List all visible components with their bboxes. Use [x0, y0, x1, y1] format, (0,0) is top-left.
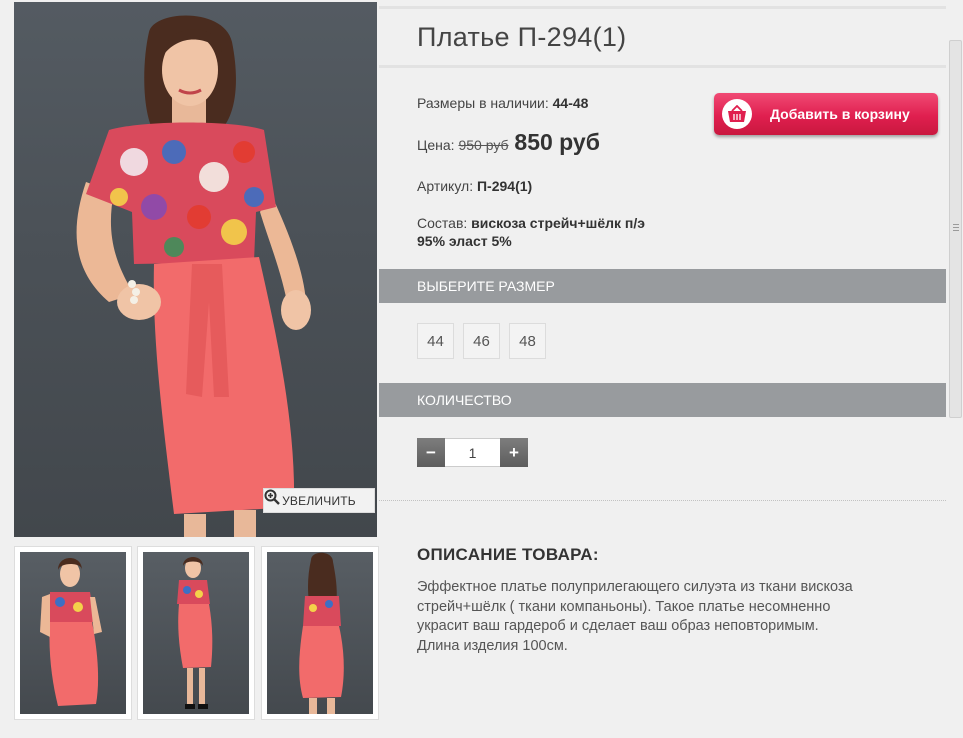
composition-label: Состав:	[417, 215, 468, 231]
available-sizes-label: Размеры в наличии:	[417, 95, 549, 111]
thumbnail-3-image	[299, 552, 344, 714]
composition-row: Состав: вискоза стрейч+шёлк п/э 95% элас…	[417, 214, 645, 250]
scrollbar-grip-icon	[953, 224, 959, 233]
available-sizes: Размеры в наличии: 44-48	[417, 95, 588, 111]
new-price: 850 руб	[514, 129, 600, 155]
description-line-2: стрейч+шёлк ( ткани компаньоны). Такое п…	[417, 598, 831, 615]
title-box: Платье П-294(1)	[379, 6, 946, 68]
old-price: 950 руб	[458, 137, 509, 153]
price-label: Цена:	[417, 137, 455, 153]
description-title: ОПИСАНИЕ ТОВАРА:	[417, 545, 599, 564]
description-line-1: Эффектное платье полуприлегающего силуэт…	[417, 579, 853, 595]
divider	[379, 500, 946, 501]
zoom-label: УВЕЛИЧИТЬ	[282, 493, 356, 508]
thumbnail-3[interactable]	[261, 546, 379, 720]
size-section-header: ВЫБЕРИТЕ РАЗМЕР	[379, 269, 946, 303]
model-photo-illustration	[76, 15, 311, 537]
scrollbar-thumb[interactable]	[949, 40, 962, 418]
available-sizes-value: 44-48	[552, 95, 589, 111]
composition-value-line1: вискоза стрейч+шёлк п/э	[471, 215, 646, 231]
composition-value-line2: 95% эласт 5%	[417, 233, 512, 249]
thumbnail-1[interactable]	[14, 546, 132, 720]
quantity-section-header: КОЛИЧЕСТВО	[379, 383, 946, 417]
add-to-cart-button[interactable]: Добавить в корзину	[714, 93, 938, 135]
size-option-48[interactable]: 48	[509, 323, 546, 359]
sku-row: Артикул: П-294(1)	[417, 178, 532, 194]
basket-icon-circle	[722, 99, 752, 129]
product-details: Платье П-294(1) Размеры в наличии: 44-48…	[379, 0, 946, 738]
magnifier-plus-icon	[264, 489, 280, 505]
add-to-cart-label: Добавить в корзину	[770, 106, 910, 122]
quantity-increase-button[interactable]: +	[500, 438, 528, 467]
description-text: Эффектное платье полуприлегающего силуэт…	[417, 578, 927, 656]
basket-icon	[728, 105, 746, 122]
description-line-3: украсит ваш гардероб и сделает ваш образ…	[417, 618, 819, 634]
description-line-4: Длина изделия 100см.	[417, 637, 568, 654]
sku-label: Артикул:	[417, 178, 474, 194]
size-option-46[interactable]: 46	[463, 323, 500, 359]
thumbnail-strip	[14, 546, 379, 720]
quantity-stepper: − +	[417, 438, 528, 467]
sku-value: П-294(1)	[476, 178, 533, 194]
quantity-decrease-button[interactable]: −	[417, 438, 445, 467]
thumbnail-2[interactable]	[137, 546, 255, 720]
price-row: Цена: 950 руб 850 руб	[417, 129, 600, 156]
size-option-44[interactable]: 44	[417, 323, 454, 359]
zoom-button[interactable]: УВЕЛИЧИТЬ	[263, 488, 375, 513]
page-title: Платье П-294(1)	[417, 22, 627, 52]
product-main-photo[interactable]: УВЕЛИЧИТЬ	[14, 2, 377, 537]
vertical-scrollbar[interactable]	[948, 0, 963, 738]
thumbnail-1-image	[40, 558, 102, 706]
thumbnail-2-image	[177, 557, 213, 709]
size-options: 44 46 48	[417, 323, 546, 359]
quantity-input[interactable]	[445, 438, 500, 467]
